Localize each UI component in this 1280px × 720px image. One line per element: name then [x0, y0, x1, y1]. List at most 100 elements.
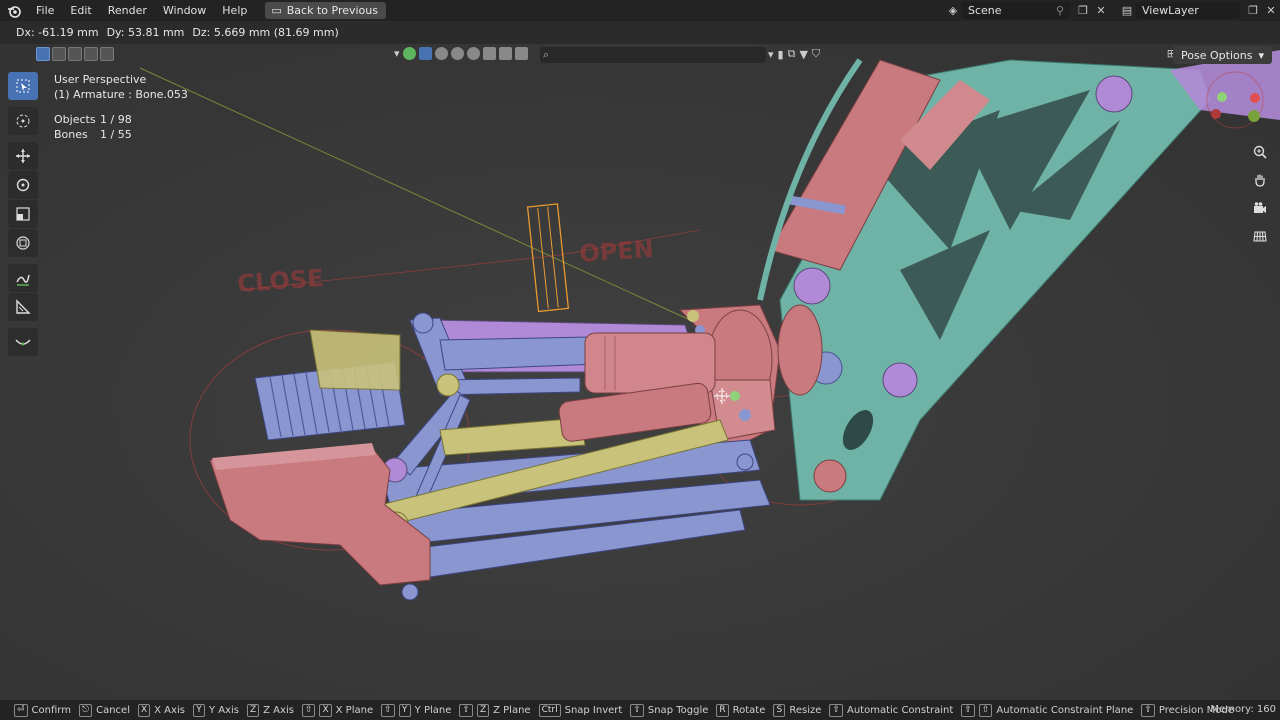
rendered-icon[interactable]	[466, 47, 480, 60]
viewlayer-icon[interactable]: ▤	[1118, 2, 1136, 19]
keymap-hint: ⇧ Automatic Constraint	[829, 703, 954, 717]
solid-mode-icon[interactable]	[418, 47, 432, 60]
delete-scene-icon[interactable]: ✕	[1092, 2, 1110, 19]
pose-options-button[interactable]: Pose Options ▾	[1173, 46, 1272, 64]
hint-label: Rotate	[732, 704, 766, 716]
new-viewlayer-icon[interactable]: ❐	[1244, 2, 1262, 19]
search-icon: ⌕	[543, 48, 550, 61]
zoom-icon[interactable]	[1248, 140, 1272, 164]
new-scene-icon[interactable]: ❐	[1074, 2, 1092, 19]
measure-tool-icon[interactable]	[8, 293, 38, 321]
transform-tool-icon[interactable]	[8, 229, 38, 257]
menu-help[interactable]: Help	[214, 0, 255, 21]
select-subtract-icon[interactable]	[68, 47, 82, 61]
viewlayer-name: ViewLayer	[1142, 4, 1199, 17]
bones-value: 1 / 55	[100, 128, 132, 141]
shading-group: ▾	[394, 47, 528, 60]
key-glyph: R	[716, 703, 729, 717]
select-box-tool[interactable]	[8, 72, 38, 100]
pin-icon[interactable]: ⚲	[1056, 4, 1064, 17]
back-to-previous-button[interactable]: ▭ Back to Previous	[265, 2, 386, 19]
key-glyph: ⇧	[829, 703, 843, 717]
viewlayer-field[interactable]: ViewLayer	[1136, 2, 1240, 19]
dx-value: Dx: -61.19 mm	[16, 26, 99, 39]
key-glyph: ⏎	[14, 703, 28, 717]
hint-label: Snap Toggle	[647, 704, 709, 716]
chevron-down-icon[interactable]: ▾	[394, 47, 400, 60]
tool-shelf	[8, 72, 38, 356]
overlays-icon[interactable]	[498, 47, 512, 60]
key-glyph: Z	[476, 703, 490, 717]
key-glyph: ⇧	[459, 703, 473, 717]
key-glyph: X	[137, 703, 151, 717]
keymap-hint: ⇧ Snap Toggle	[630, 703, 709, 717]
menu-edit[interactable]: Edit	[62, 0, 99, 21]
key-glyph: ⇧	[381, 703, 395, 717]
keymap-hint: ⏎ Confirm	[14, 703, 71, 717]
keymap-hint: YY Axis	[192, 703, 239, 717]
annotate-tool-icon[interactable]	[8, 264, 38, 292]
bookmark-icon[interactable]: ▮	[778, 48, 784, 61]
cursor-tool-icon[interactable]	[8, 107, 38, 135]
blender-logo-icon[interactable]	[0, 0, 28, 21]
key-glyph: Y	[192, 703, 205, 717]
xray-icon[interactable]	[482, 47, 496, 60]
open-label: OPEN	[578, 235, 654, 268]
key-glyph: Y	[398, 703, 411, 717]
delete-viewlayer-icon[interactable]: ✕	[1262, 2, 1280, 19]
search-input[interactable]: ⌕	[540, 47, 766, 63]
grid-view-icon[interactable]	[1248, 224, 1272, 248]
relax-tool-icon[interactable]	[8, 328, 38, 356]
hint-label: Y Axis	[208, 704, 239, 716]
scale-tool-icon[interactable]	[8, 200, 38, 228]
key-glyph: ⇧	[961, 703, 975, 717]
3d-viewport[interactable]: CLOSE OPEN	[0, 44, 1280, 700]
keymap-hint: R Rotate	[716, 703, 766, 717]
select-extend-icon[interactable]	[52, 47, 66, 61]
view-options-icon[interactable]: ⧉	[788, 47, 796, 61]
camera-icon[interactable]	[1248, 196, 1272, 220]
scene-statistics: Objects 1 / 98 Bones 1 / 55	[54, 112, 188, 142]
hint-label: Z Axis	[263, 704, 294, 716]
move-tool-icon[interactable]	[8, 142, 38, 170]
keymap-hint: ⇧ Z Z Plane	[459, 703, 531, 717]
pose-options-label: Pose Options	[1181, 48, 1253, 62]
filter-icon[interactable]: ▼	[799, 48, 807, 61]
viewport-header: ▾ ⌕ ▾ ▮ ⧉ ▼ ⛉ ⊞ ✕ Pose Options ▾	[0, 44, 1280, 66]
hint-label: X Axis	[154, 704, 185, 716]
viewport-right-tools: ▾ ▮ ⧉ ▼ ⛉	[768, 47, 820, 61]
pan-hand-icon[interactable]	[1248, 168, 1272, 192]
active-bone-name: (1) Armature : Bone.053	[54, 88, 188, 101]
chevron-down-icon[interactable]: ▾	[768, 48, 774, 61]
hint-label: Automatic Constraint	[846, 704, 954, 716]
menu-file[interactable]: File	[28, 0, 62, 21]
key-glyph: ⇧	[301, 703, 316, 717]
scene-field[interactable]: Scene ⚲	[962, 2, 1070, 19]
viewport-navigation	[1248, 140, 1272, 248]
keymap-hints: ⏎ Confirm ⎋ Cancel X X Axis Y Y Axis Z Z Axis ⇧ X X …	[14, 703, 1242, 717]
top-menu-bar: File Edit Render Window Help ▭ Back to P…	[0, 0, 1280, 21]
overlay-color-icon[interactable]	[402, 47, 416, 60]
gizmos-icon[interactable]	[514, 47, 528, 60]
chevron-down-icon: ▾	[1258, 48, 1264, 62]
select-new-icon[interactable]	[36, 47, 50, 61]
select-intersect-icon[interactable]	[100, 47, 114, 61]
scene-icon[interactable]: ◈	[944, 2, 962, 19]
keymap-hint: ⇧ ⇧ Automatic Constraint Plane	[961, 703, 1134, 717]
keymap-hint: ⇧ X X Plane	[301, 703, 374, 717]
menu-render[interactable]: Render	[100, 0, 155, 21]
back-to-previous-label: Back to Previous	[286, 4, 378, 17]
select-mode-group	[36, 47, 114, 61]
key-glyph: ⇧	[630, 703, 644, 717]
select-invert-icon[interactable]	[84, 47, 98, 61]
key-glyph: X	[319, 703, 332, 717]
hint-label: Automatic Constraint Plane	[996, 704, 1134, 716]
shield-icon[interactable]: ⛉	[812, 47, 820, 61]
wireframe-icon[interactable]	[434, 47, 448, 60]
keymap-hint: ⇧ Y Y Plane	[381, 703, 451, 717]
rotate-tool-icon[interactable]	[8, 171, 38, 199]
material-preview-icon[interactable]	[450, 47, 464, 60]
hint-label: X Plane	[335, 704, 374, 716]
close-label: CLOSE	[236, 264, 324, 298]
menu-window[interactable]: Window	[155, 0, 214, 21]
